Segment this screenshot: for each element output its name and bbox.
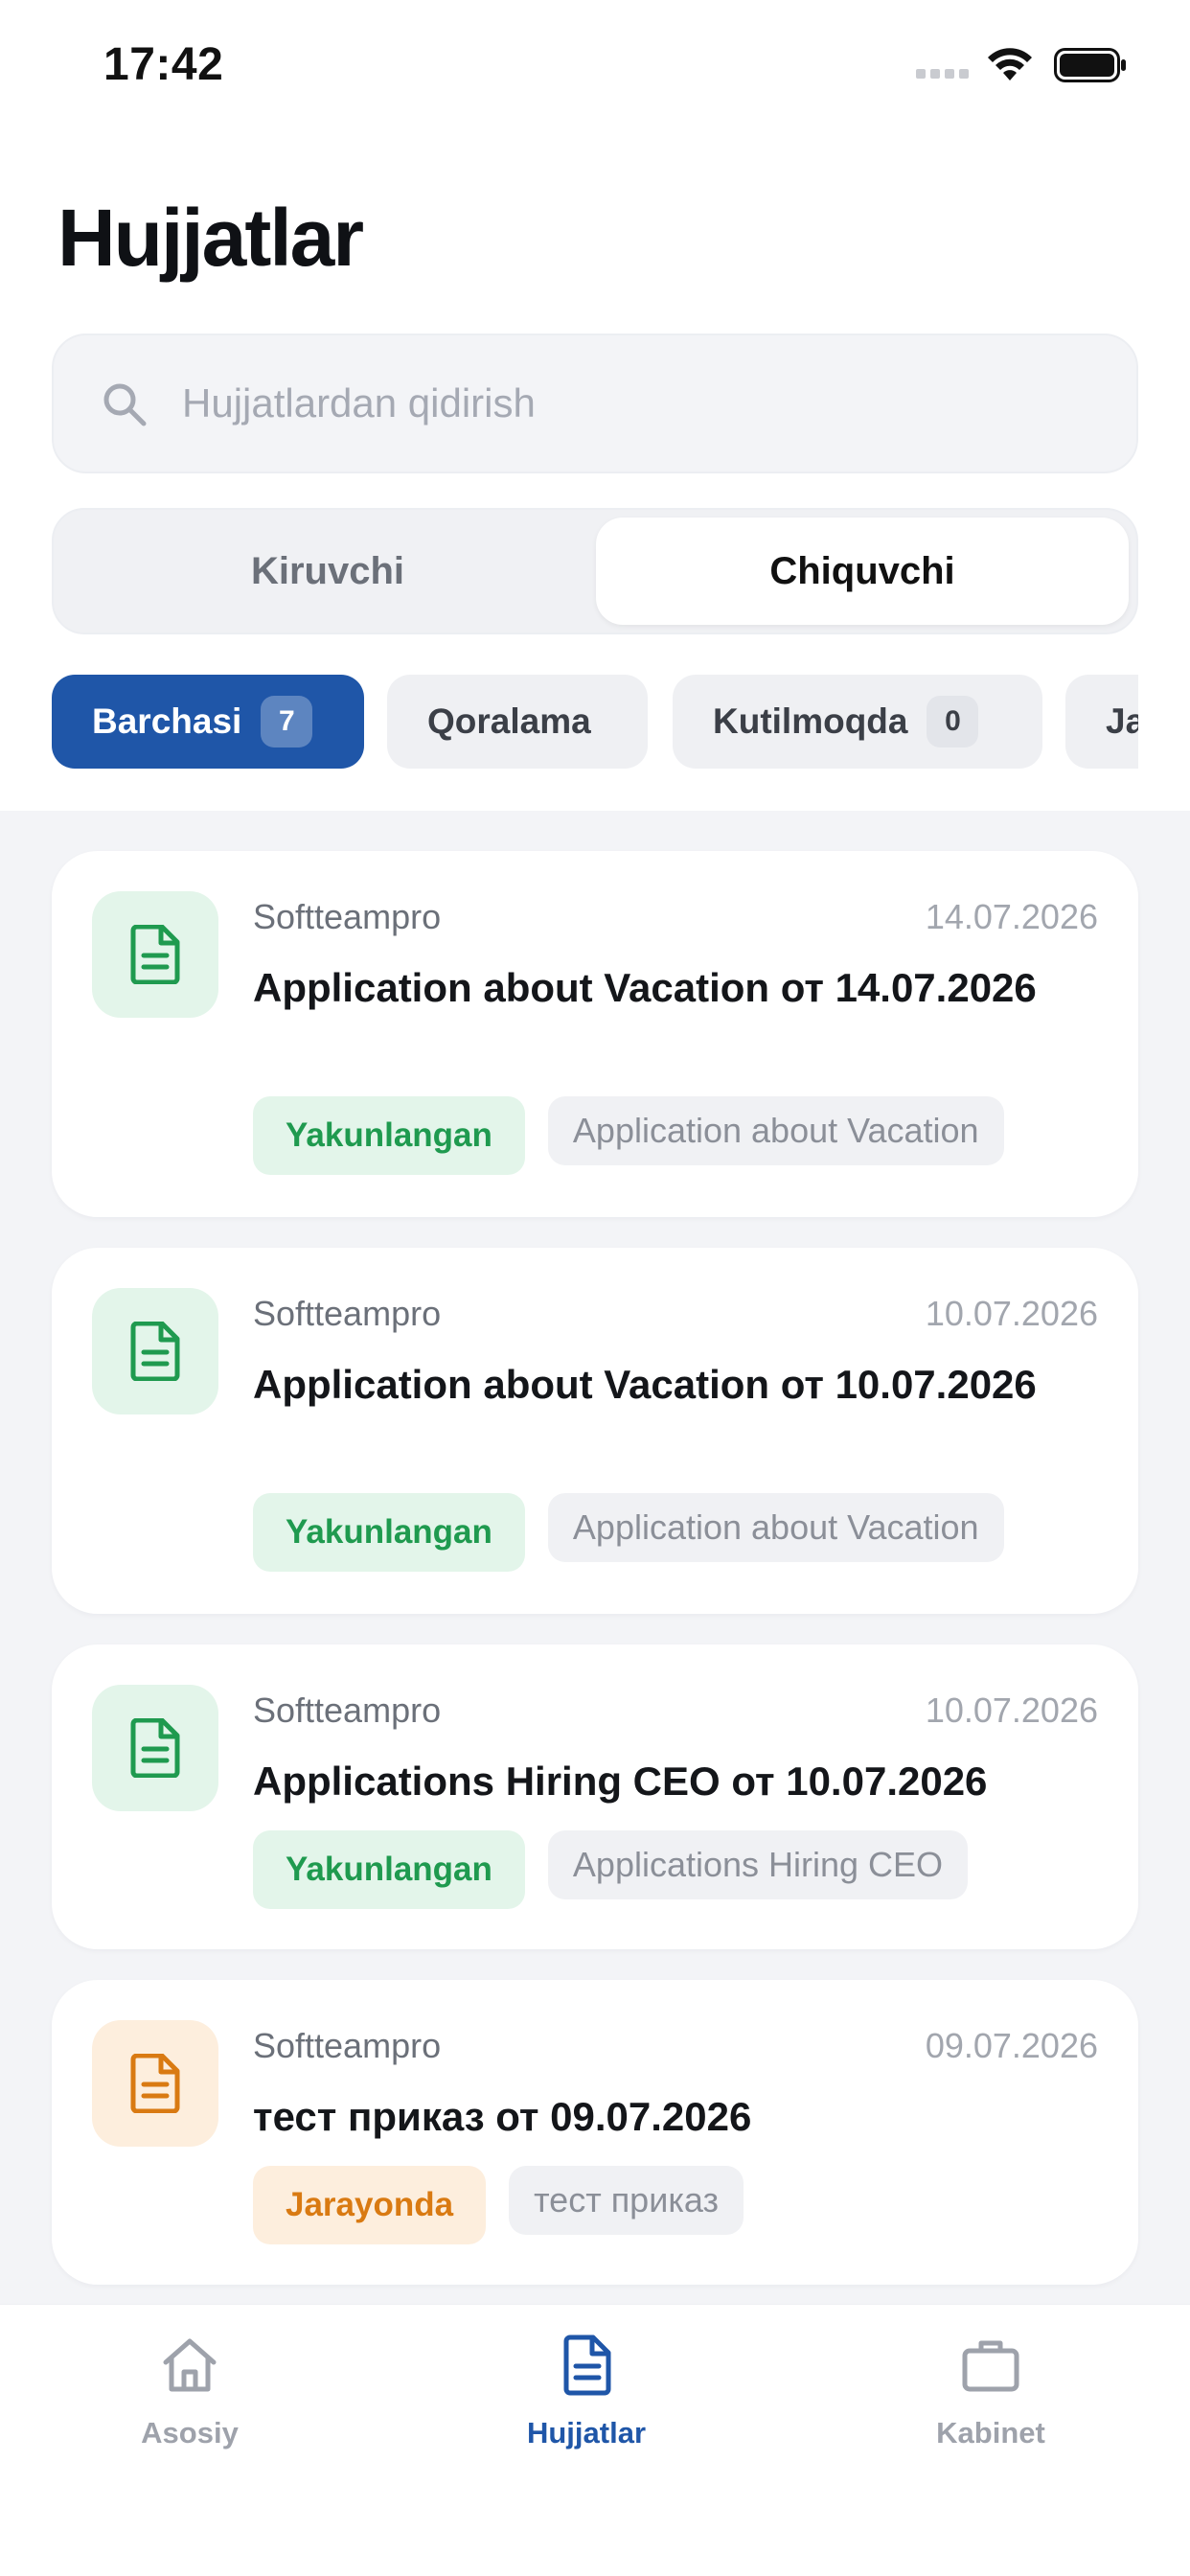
document-file-icon [92, 891, 218, 1018]
document-title: Applications Hiring CEO от 10.07.2026 [253, 1759, 988, 1804]
document-organization: Softteampro [253, 897, 442, 936]
status-filter-chips: Barchasi 7 Qoralama Kutilmoqda 0 Ja [52, 675, 1138, 769]
briefcase-icon [962, 2340, 1019, 2392]
document-icon [563, 2334, 611, 2396]
filter-chip-in-progress[interactable]: Ja [1065, 675, 1138, 769]
nav-item-home[interactable]: Asosiy [75, 2334, 305, 2450]
document-tags: Yakunlangan Application about Vacation [253, 1096, 1004, 1175]
filter-chip-draft[interactable]: Qoralama [387, 675, 648, 769]
document-organization: Softteampro [253, 2026, 442, 2065]
search-icon [103, 383, 147, 426]
nav-item-cabinet[interactable]: Kabinet [876, 2334, 1106, 2450]
document-file-icon [92, 1288, 218, 1414]
tab-incoming[interactable]: Kiruvchi [61, 518, 594, 625]
document-card[interactable]: Softteampro 09.07.2026 тест приказ от 09… [52, 1980, 1138, 2285]
nav-item-documents[interactable]: Hujjatlar [471, 2334, 701, 2450]
filter-chip-pending[interactable]: Kutilmoqda 0 [673, 675, 1042, 769]
document-tags: Jarayonda тест приказ [253, 2166, 744, 2244]
search-input[interactable] [182, 335, 1102, 472]
status-badge: Yakunlangan [253, 1493, 525, 1572]
home-icon [163, 2338, 217, 2392]
search-box[interactable] [52, 334, 1138, 473]
document-organization: Softteampro [253, 1294, 442, 1333]
nav-label: Kabinet [936, 2416, 1045, 2450]
filter-chip-label: Ja [1106, 702, 1138, 741]
document-card[interactable]: Softteampro 10.07.2026 Application about… [52, 1248, 1138, 1614]
document-tags: Yakunlangan Applications Hiring CEO [253, 1830, 969, 1909]
filter-chip-count: 0 [927, 696, 979, 748]
bottom-navigation: Asosiy Hujjatlar Kabinet [0, 2304, 1190, 2576]
filter-chip-label: Qoralama [427, 702, 591, 741]
wifi-icon [988, 48, 1032, 80]
document-organization: Softteampro [253, 1690, 442, 1730]
status-badge: Jarayonda [253, 2166, 487, 2244]
document-date: 10.07.2026 [925, 1294, 1098, 1333]
document-title: тест приказ от 09.07.2026 [253, 2094, 752, 2139]
status-badge: Yakunlangan [253, 1096, 525, 1175]
document-card[interactable]: Softteampro 10.07.2026 Applications Hiri… [52, 1644, 1138, 1949]
status-time: 17:42 [103, 39, 224, 90]
nav-label: Asosiy [141, 2416, 239, 2450]
document-card[interactable]: Softteampro 14.07.2026 Application about… [52, 851, 1138, 1217]
filter-chip-label: Kutilmoqda [713, 702, 908, 741]
document-type-badge: Application about Vacation [547, 1096, 1004, 1165]
filter-chip-label: Barchasi [92, 702, 242, 741]
status-bar: 17:42 [0, 0, 1190, 125]
document-file-icon [92, 1685, 218, 1811]
tab-outgoing[interactable]: Chiquvchi [596, 518, 1129, 625]
document-date: 09.07.2026 [925, 2026, 1098, 2065]
document-title: Application about Vacation от 10.07.2026 [253, 1362, 1037, 1407]
status-badge: Yakunlangan [253, 1830, 525, 1909]
cellular-signal-icon [916, 69, 969, 79]
document-type-badge: тест приказ [509, 2166, 744, 2235]
document-title: Application about Vacation от 14.07.2026 [253, 965, 1037, 1010]
document-date: 10.07.2026 [925, 1690, 1098, 1730]
document-list[interactable]: Softteampro 14.07.2026 Application about… [0, 811, 1190, 2306]
page-title: Hujjatlar [57, 193, 364, 283]
document-date: 14.07.2026 [925, 897, 1098, 936]
document-type-badge: Application about Vacation [547, 1493, 1004, 1562]
filter-chip-count: 7 [261, 696, 313, 748]
document-tags: Yakunlangan Application about Vacation [253, 1493, 1004, 1572]
document-file-icon [92, 2020, 218, 2147]
document-type-badge: Applications Hiring CEO [547, 1830, 969, 1899]
filter-chip-all[interactable]: Barchasi 7 [52, 675, 364, 769]
direction-segmented-control: Kiruvchi Chiquvchi [52, 508, 1138, 634]
battery-icon [1054, 48, 1126, 82]
nav-label: Hujjatlar [526, 2416, 647, 2450]
